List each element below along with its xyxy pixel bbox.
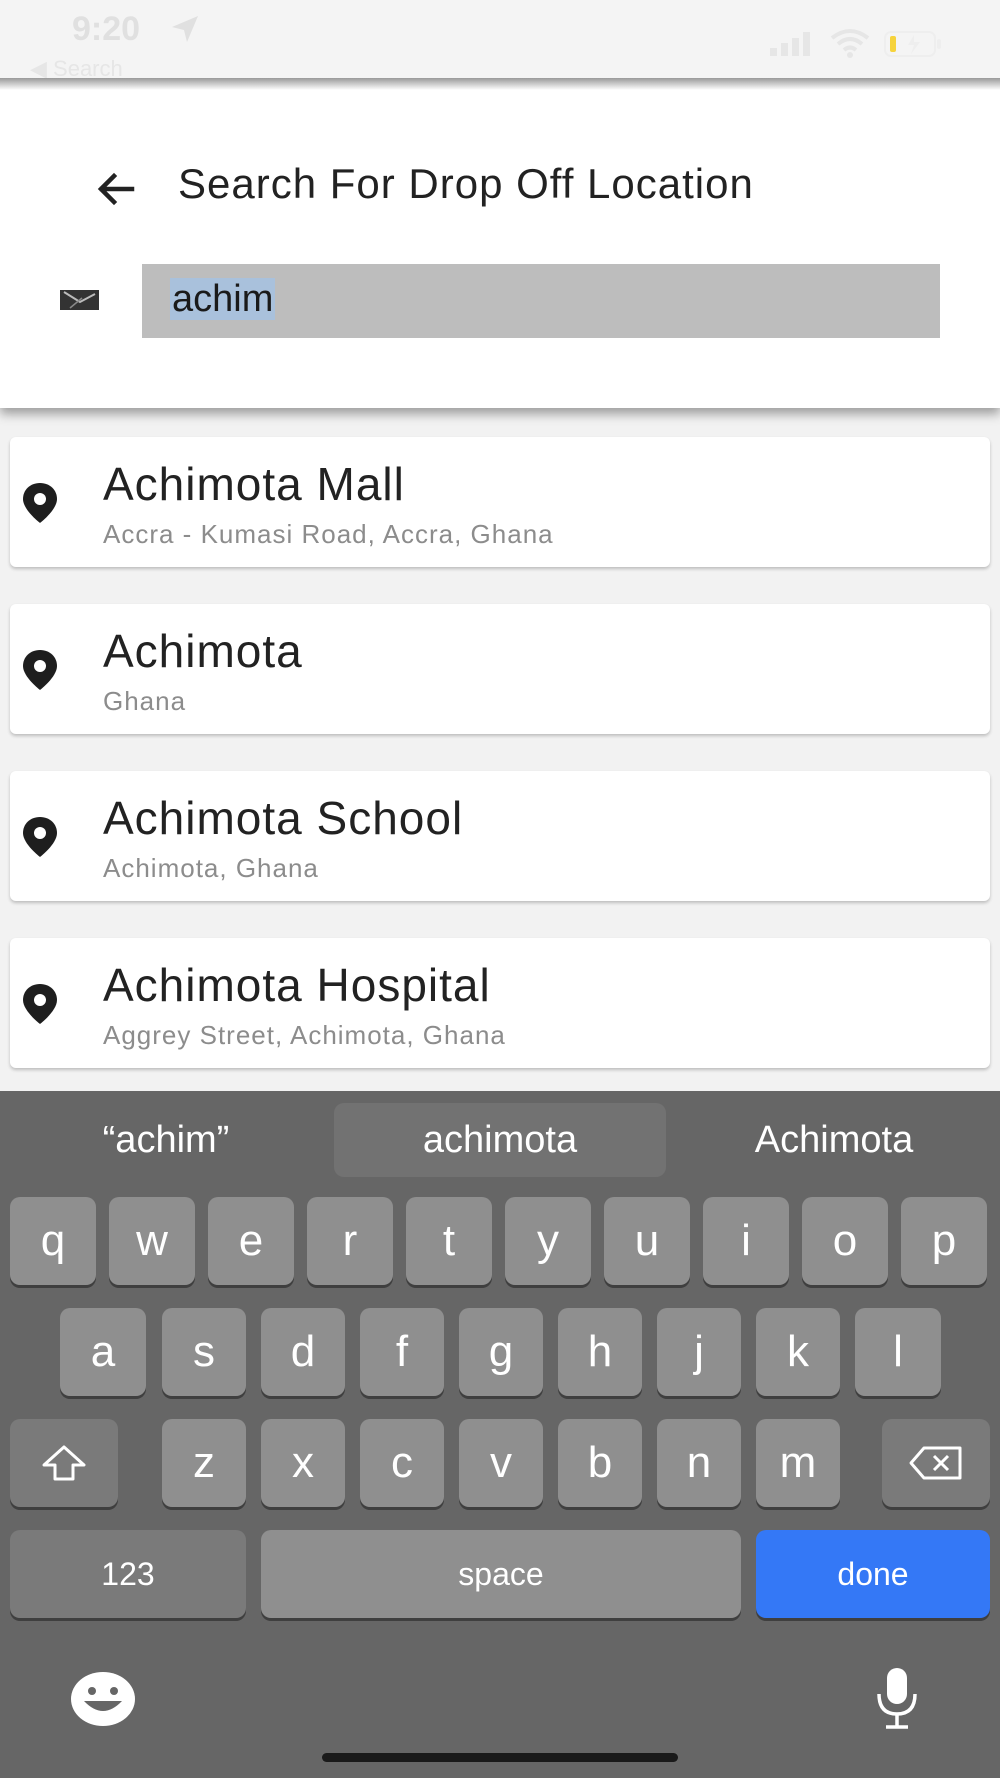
space-key[interactable]: space	[261, 1530, 741, 1618]
battery-icon	[884, 31, 941, 57]
key-p[interactable]: p	[901, 1197, 987, 1285]
location-arrow-icon	[172, 16, 198, 42]
shift-key[interactable]	[10, 1419, 118, 1507]
status-bar: 9:20 ◀ Search	[0, 0, 1000, 86]
map-pin-icon	[23, 483, 57, 523]
shift-icon	[42, 1445, 86, 1481]
key-w[interactable]: w	[109, 1197, 195, 1285]
suggestion-quoted[interactable]: “achim”	[0, 1103, 332, 1177]
key-e[interactable]: e	[208, 1197, 294, 1285]
key-x[interactable]: x	[261, 1419, 345, 1507]
back-arrow-icon[interactable]	[92, 164, 142, 214]
key-o[interactable]: o	[802, 1197, 888, 1285]
search-input[interactable]: achim	[142, 264, 940, 338]
result-address: Accra - Kumasi Road, Accra, Ghana	[103, 519, 554, 549]
key-y[interactable]: y	[505, 1197, 591, 1285]
key-j[interactable]: j	[657, 1308, 741, 1396]
result-name: Achimota School	[103, 792, 464, 844]
result-name: Achimota	[103, 625, 303, 677]
result-address: Ghana	[103, 686, 187, 716]
key-k[interactable]: k	[756, 1308, 840, 1396]
done-key[interactable]: done	[756, 1530, 990, 1618]
key-r[interactable]: r	[307, 1197, 393, 1285]
keyboard: “achim” achimota Achimota q w e r t y u …	[0, 1091, 1000, 1778]
backspace-key[interactable]	[882, 1419, 990, 1507]
wifi-icon	[830, 29, 870, 58]
home-indicator	[322, 1753, 678, 1762]
key-c[interactable]: c	[360, 1419, 444, 1507]
key-z[interactable]: z	[162, 1419, 246, 1507]
key-i[interactable]: i	[703, 1197, 789, 1285]
result-item[interactable]: Achimota Mall Accra - Kumasi Road, Accra…	[10, 437, 990, 567]
key-q[interactable]: q	[10, 1197, 96, 1285]
result-name: Achimota Mall	[103, 458, 405, 510]
map-pin-icon	[23, 817, 57, 857]
suggestion-right[interactable]: Achimota	[668, 1103, 1000, 1177]
suggestion-middle[interactable]: achimota	[334, 1103, 666, 1177]
result-item[interactable]: Achimota Ghana	[10, 604, 990, 734]
key-h[interactable]: h	[558, 1308, 642, 1396]
search-header: Search For Drop Off Location achim	[0, 86, 1000, 408]
key-v[interactable]: v	[459, 1419, 543, 1507]
header-top-shadow	[0, 78, 1000, 90]
key-d[interactable]: d	[261, 1308, 345, 1396]
result-item[interactable]: Achimota School Achimota, Ghana	[10, 771, 990, 901]
microphone-icon[interactable]	[874, 1666, 920, 1730]
result-address: Aggrey Street, Achimota, Ghana	[103, 1020, 506, 1050]
key-b[interactable]: b	[558, 1419, 642, 1507]
map-pin-icon	[23, 650, 57, 690]
result-name: Achimota Hospital	[103, 959, 491, 1011]
numbers-key[interactable]: 123	[10, 1530, 246, 1618]
key-l[interactable]: l	[855, 1308, 941, 1396]
key-n[interactable]: n	[657, 1419, 741, 1507]
cellular-signal-icon	[770, 32, 810, 56]
key-t[interactable]: t	[406, 1197, 492, 1285]
key-u[interactable]: u	[604, 1197, 690, 1285]
key-m[interactable]: m	[756, 1419, 840, 1507]
search-input-value[interactable]: achim	[170, 278, 276, 320]
key-f[interactable]: f	[360, 1308, 444, 1396]
map-thumbnail	[60, 290, 99, 310]
backspace-icon	[909, 1446, 962, 1480]
result-address: Achimota, Ghana	[103, 853, 319, 883]
key-a[interactable]: a	[60, 1308, 146, 1396]
status-time: 9:20	[72, 10, 141, 48]
key-g[interactable]: g	[459, 1308, 543, 1396]
emoji-icon[interactable]	[70, 1671, 136, 1727]
page-title: Search For Drop Off Location	[178, 160, 754, 207]
map-pin-icon	[23, 984, 57, 1024]
result-item[interactable]: Achimota Hospital Aggrey Street, Achimot…	[10, 938, 990, 1068]
key-s[interactable]: s	[162, 1308, 246, 1396]
